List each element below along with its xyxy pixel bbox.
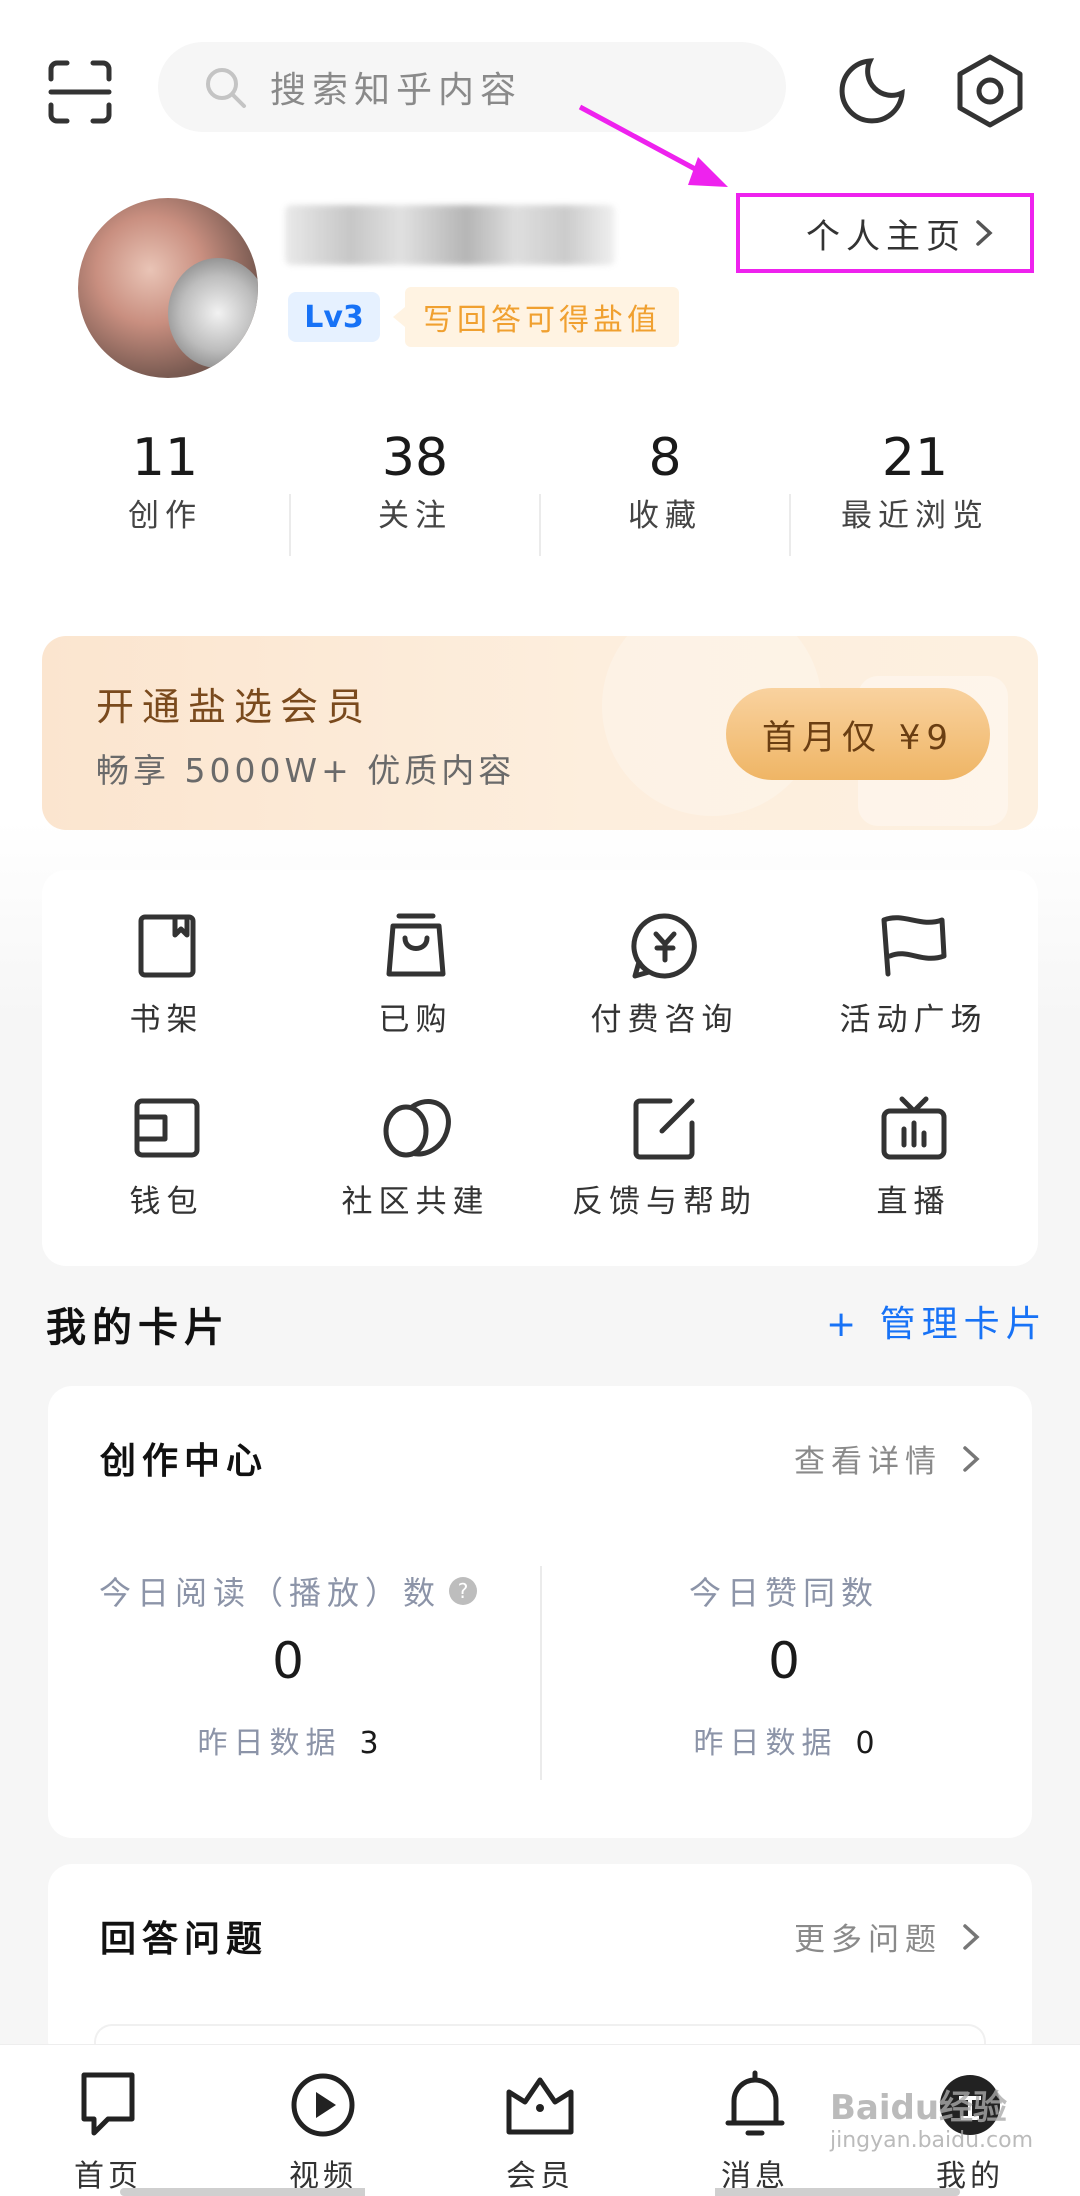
grid-label: 付费咨询: [590, 1002, 739, 1038]
yesterday-value: 0: [855, 1726, 875, 1761]
nav-membership[interactable]: 会员: [460, 2065, 620, 2195]
personal-homepage-link[interactable]: 个人主页: [736, 193, 1034, 273]
video-play-icon: [291, 2073, 355, 2137]
stat-label: 关注: [378, 498, 452, 534]
grid-item-feedback[interactable]: 反馈与帮助: [540, 1088, 789, 1248]
stat-value: 21: [881, 428, 949, 488]
chevron-right-icon: [976, 220, 993, 246]
grid-label: 钱包: [129, 1184, 204, 1220]
grid-item-activity-square[interactable]: 活动广场: [789, 906, 1038, 1066]
banner-title: 开通盐选会员: [96, 685, 373, 729]
level-badge[interactable]: Lv3: [288, 292, 380, 342]
chevron-right-icon: [963, 1445, 980, 1472]
grid-label: 直播: [876, 1184, 951, 1220]
nav-home[interactable]: 首页: [28, 2065, 188, 2195]
stat-following[interactable]: 38 关注: [290, 428, 540, 535]
grid-label: 已购: [378, 1002, 453, 1038]
grid-item-purchased[interactable]: 已购: [291, 906, 540, 1066]
night-mode-icon[interactable]: [832, 46, 912, 136]
stat-value: 11: [131, 428, 199, 488]
stat-recent[interactable]: 21 最近浏览: [790, 428, 1040, 535]
banner-subtitle: 畅享 5000W+ 优质内容: [96, 751, 516, 790]
grid-item-wallet[interactable]: 钱包: [42, 1088, 291, 1248]
stat-creations[interactable]: 11 创作: [40, 428, 290, 535]
shopping-bag-icon: [386, 913, 445, 977]
stat-value: 38: [381, 428, 449, 488]
stat-label: 收藏: [628, 498, 702, 534]
bell-icon: [725, 2070, 785, 2136]
scan-icon[interactable]: [40, 52, 120, 132]
manage-cards-button[interactable]: + 管理卡片: [826, 1295, 1048, 1347]
card-title: 创作中心: [100, 1441, 269, 1482]
grid-item-community[interactable]: 社区共建: [291, 1088, 540, 1248]
my-cards-title: 我的卡片: [46, 1305, 230, 1351]
baidu-watermark: Baidu经验: [830, 2088, 1008, 2128]
help-question-icon[interactable]: ?: [449, 1577, 477, 1605]
answer-questions-card: 回答问题 更多问题: [48, 1864, 1032, 2084]
personal-homepage-label: 个人主页: [806, 216, 966, 257]
yesterday-value: 3: [359, 1726, 379, 1761]
stat-label: 创作: [128, 498, 202, 534]
grid-item-bookshelf[interactable]: 书架: [42, 906, 291, 1066]
metric-today-likes[interactable]: 今日赞同数 0 昨日数据 0: [544, 1568, 1024, 1762]
creation-center-card: 创作中心 查看详情 今日阅读（播放）数? 0 昨日数据 3 今日赞同数 0 昨日数…: [48, 1386, 1032, 1838]
more-questions-label: 更多问题: [794, 1922, 942, 1958]
crown-icon: [506, 2077, 574, 2135]
stat-value: 8: [648, 428, 682, 488]
feature-grid: 书架 已购 付费咨询 活动广场 钱包 社区共建 反馈与帮助 直播: [42, 870, 1038, 1266]
grid-label: 书架: [129, 1002, 204, 1038]
divider: [540, 1566, 542, 1780]
grid-item-live[interactable]: 直播: [789, 1088, 1038, 1248]
nav-video[interactable]: 视频: [243, 2065, 403, 2195]
live-tv-icon: [881, 1096, 946, 1160]
settings-gear-icon[interactable]: [948, 46, 1032, 136]
metric-label: 今日赞同数: [688, 1574, 879, 1612]
first-month-offer-button[interactable]: 首月仅 ¥9: [726, 688, 990, 780]
grid-item-paid-consult[interactable]: 付费咨询: [540, 906, 789, 1066]
grid-label: 活动广场: [839, 1002, 988, 1038]
annotation-arrow: [578, 104, 728, 187]
metric-today-reads[interactable]: 今日阅读（播放）数? 0 昨日数据 3: [48, 1568, 528, 1762]
home-icon: [81, 2072, 135, 2136]
home-indicator: [120, 2188, 960, 2196]
baidu-watermark-url: jingyan.baidu.com: [830, 2128, 1034, 2153]
paid-consult-icon: [630, 913, 697, 979]
grid-label: 反馈与帮助: [572, 1184, 757, 1220]
yesterday-label: 昨日数据: [197, 1726, 342, 1761]
wallet-icon: [134, 1098, 199, 1158]
view-details-link[interactable]: 查看详情: [794, 1436, 982, 1481]
search-icon: [206, 68, 246, 108]
metric-value: 0: [272, 1632, 304, 1690]
card-title: 回答问题: [100, 1919, 269, 1960]
metric-label: 今日阅读（播放）数: [98, 1574, 441, 1612]
community-icon: [383, 1099, 451, 1158]
stat-label: 最近浏览: [841, 498, 989, 534]
chevron-right-icon: [963, 1923, 980, 1950]
grid-label: 社区共建: [341, 1184, 490, 1220]
yesterday-label: 昨日数据: [693, 1726, 838, 1761]
bookshelf-icon: [138, 914, 195, 978]
membership-banner[interactable]: 开通盐选会员 畅享 5000W+ 优质内容 首月仅 ¥9: [42, 636, 1038, 830]
metric-value: 0: [768, 1632, 800, 1690]
avatar[interactable]: [78, 198, 258, 378]
search-placeholder: 搜索知乎内容: [270, 70, 523, 111]
more-questions-link[interactable]: 更多问题: [794, 1914, 982, 1959]
flag-icon: [881, 915, 946, 977]
nav-messages[interactable]: 消息: [675, 2065, 835, 2195]
stat-favorites[interactable]: 8 收藏: [540, 428, 790, 535]
salt-value-tip[interactable]: 写回答可得盐值: [393, 287, 679, 347]
feedback-icon: [633, 1098, 694, 1160]
view-details-label: 查看详情: [794, 1444, 942, 1480]
username-blurred[interactable]: [285, 205, 615, 265]
